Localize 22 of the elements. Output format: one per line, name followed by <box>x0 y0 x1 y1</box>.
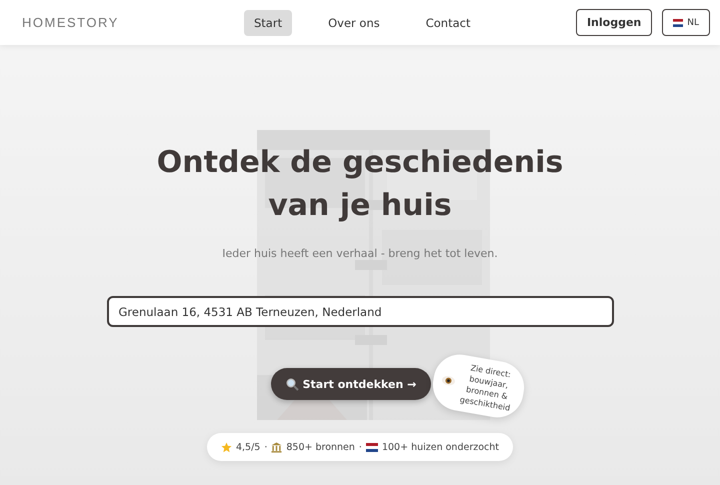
search-button[interactable]: Start ontdekken → <box>271 368 431 400</box>
login-button[interactable]: Inloggen <box>576 9 652 36</box>
hero-title: Ontdek de geschiedenis van je huis <box>156 144 564 225</box>
flag-icon <box>366 442 378 452</box>
callout-text: Zie direct: bouwjaar, bronnen & geschiktheid <box>458 362 513 414</box>
hero-subtitle: Ieder huis heeft een verhaal - breng het tot leven. <box>222 247 498 260</box>
nav-link[interactable]: Contact <box>416 10 480 36</box>
star-icon <box>220 442 232 452</box>
flag-icon <box>673 18 684 26</box>
museum-icon <box>271 442 282 452</box>
brand-logo[interactable]: HOMESTORY <box>22 15 244 30</box>
stat-text: 4,5/5 <box>236 442 260 452</box>
nav-link[interactable]: Over ons <box>318 10 390 36</box>
nav-link[interactable]: Start <box>244 10 292 36</box>
language-button[interactable]: NL <box>662 9 710 36</box>
eye-icon <box>440 374 456 387</box>
stat-text: 100+ huizen onderzocht <box>382 442 500 452</box>
stat-text: 850+ bronnen <box>286 442 355 452</box>
address-field[interactable]: Grenulaan 16, 4531 AB Terneuzen, Nederland <box>106 296 614 327</box>
search-icon <box>286 378 299 390</box>
separator-dot: · <box>264 442 268 452</box>
separator-dot: · <box>358 442 362 452</box>
